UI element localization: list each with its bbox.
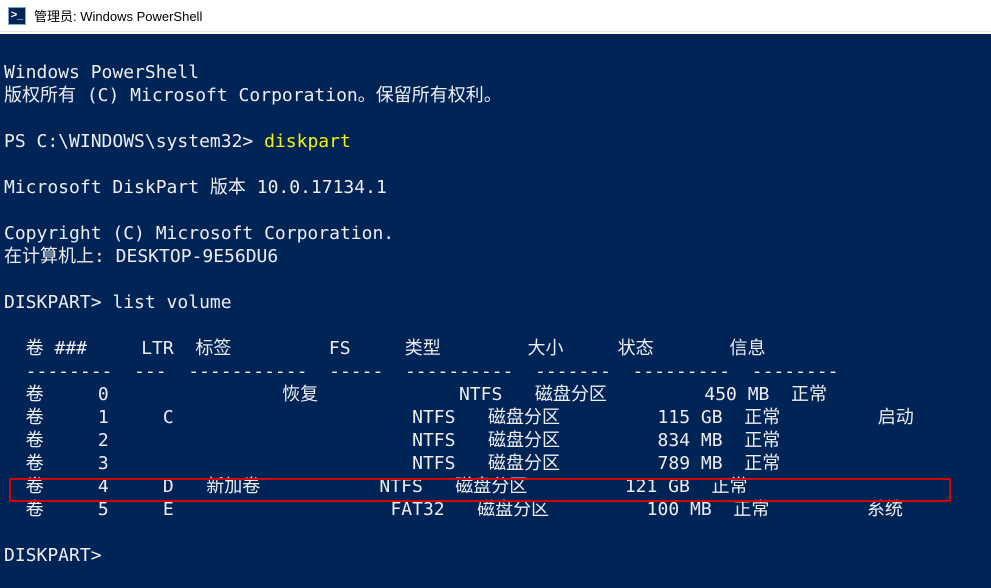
- prompt-line-3: DISKPART>: [4, 545, 102, 566]
- terminal-content[interactable]: Windows PowerShell 版权所有 (C) Microsoft Co…: [0, 32, 991, 588]
- ps-copyright-line: 版权所有 (C) Microsoft Corporation。保留所有权利。: [4, 85, 502, 106]
- prompt-line-2: DISKPART> list volume: [4, 292, 232, 313]
- powershell-icon-glyph: >_: [11, 10, 24, 21]
- powershell-icon: >_: [8, 7, 26, 25]
- diskpart-copyright-line: Copyright (C) Microsoft Corporation.: [4, 223, 394, 244]
- prompt-prefix: PS C:\WINDOWS\system32>: [4, 131, 264, 152]
- volume-row: 卷 0 恢复 NTFS 磁盘分区 450 MB 正常: [4, 384, 827, 405]
- volume-row: 卷 4 D 新加卷 NTFS 磁盘分区 121 GB 正常: [4, 476, 748, 497]
- ps-header-line: Windows PowerShell: [4, 62, 199, 83]
- volume-row: 卷 3 NTFS 磁盘分区 789 MB 正常: [4, 453, 780, 474]
- volume-table-header: 卷 ### LTR 标签 FS 类型 大小 状态 信息: [4, 338, 766, 359]
- diskpart-command: diskpart: [264, 131, 351, 152]
- volume-row: 卷 5 E FAT32 磁盘分区 100 MB 正常 系统: [4, 499, 903, 520]
- computer-name-line: 在计算机上: DESKTOP-9E56DU6: [4, 246, 278, 267]
- diskpart-version-line: Microsoft DiskPart 版本 10.0.17134.1: [4, 177, 387, 198]
- titlebar[interactable]: >_ 管理员: Windows PowerShell: [0, 0, 991, 32]
- volume-row: 卷 1 C NTFS 磁盘分区 115 GB 正常 启动: [4, 407, 914, 428]
- volume-row: 卷 2 NTFS 磁盘分区 834 MB 正常: [4, 430, 780, 451]
- powershell-window: >_ 管理员: Windows PowerShell Windows Power…: [0, 0, 991, 588]
- prompt-line-1: PS C:\WINDOWS\system32> diskpart: [4, 131, 351, 152]
- volume-table-divider: -------- --- ----------- ----- ---------…: [4, 361, 838, 382]
- window-title: 管理员: Windows PowerShell: [34, 6, 202, 25]
